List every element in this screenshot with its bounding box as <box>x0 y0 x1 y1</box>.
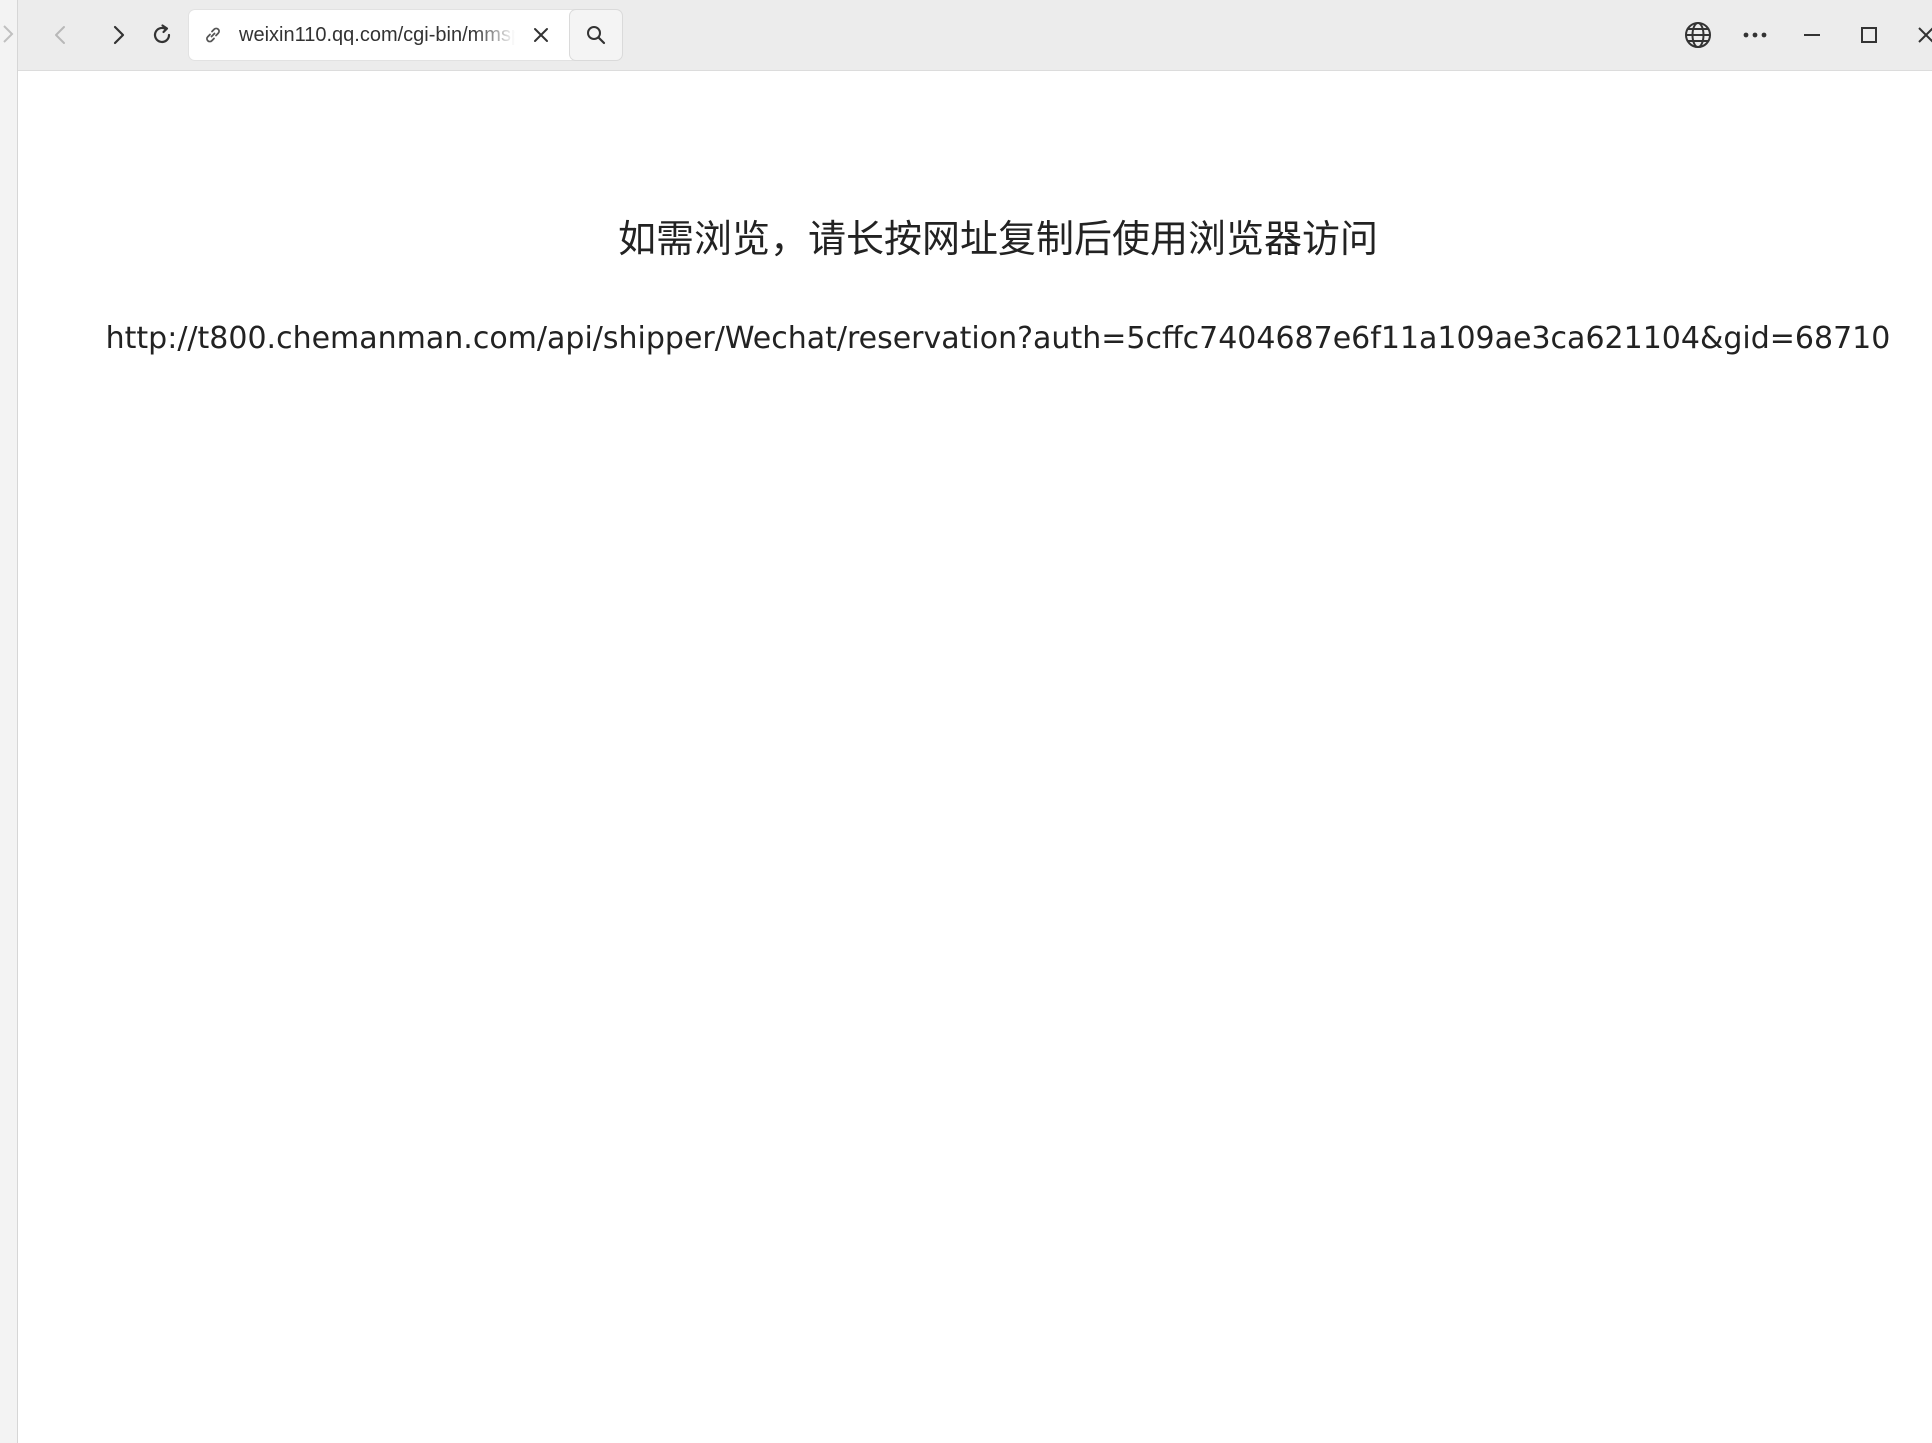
close-icon <box>534 28 548 42</box>
url-text[interactable]: weixin110.qq.com/cgi-bin/mmspamsupport-b… <box>239 23 515 47</box>
search-button[interactable] <box>570 10 622 60</box>
reload-icon <box>153 24 171 44</box>
maximize-icon <box>1861 27 1877 43</box>
minimize-button[interactable] <box>1792 15 1832 55</box>
address-bar[interactable]: weixin110.qq.com/cgi-bin/mmspamsupport-b… <box>189 10 581 60</box>
translate-button[interactable] <box>1678 15 1718 55</box>
page-content: 如需浏览，请长按网址复制后使用浏览器访问 http://t800.chemanm… <box>18 71 1932 1443</box>
link-icon <box>206 27 220 43</box>
clear-url-button[interactable] <box>529 23 553 47</box>
more-button[interactable] <box>1735 15 1775 55</box>
side-strip <box>0 0 18 1443</box>
chevron-right-icon <box>3 25 14 43</box>
page-message: 如需浏览，请长按网址复制后使用浏览器访问 <box>617 217 1378 261</box>
chevron-left-icon <box>55 26 65 44</box>
browser-window: weixin110.qq.com/cgi-bin/mmspamsupport-b… <box>0 0 1932 1443</box>
chevron-right-icon <box>113 25 125 45</box>
more-horizontal-icon <box>1743 32 1767 38</box>
back-button[interactable] <box>41 15 81 55</box>
maximize-button[interactable] <box>1849 15 1889 55</box>
close-icon <box>1918 27 1932 43</box>
forward-button[interactable] <box>98 15 138 55</box>
globe-icon <box>1685 22 1711 48</box>
reload-button[interactable] <box>142 15 182 55</box>
target-url-text[interactable]: http://t800.chemanman.com/api/shipper/We… <box>18 319 1932 359</box>
title-bar: weixin110.qq.com/cgi-bin/mmspamsupport-b… <box>18 0 1932 71</box>
search-icon <box>587 26 606 45</box>
minimize-icon <box>1804 34 1820 36</box>
close-window-button[interactable] <box>1906 15 1932 55</box>
